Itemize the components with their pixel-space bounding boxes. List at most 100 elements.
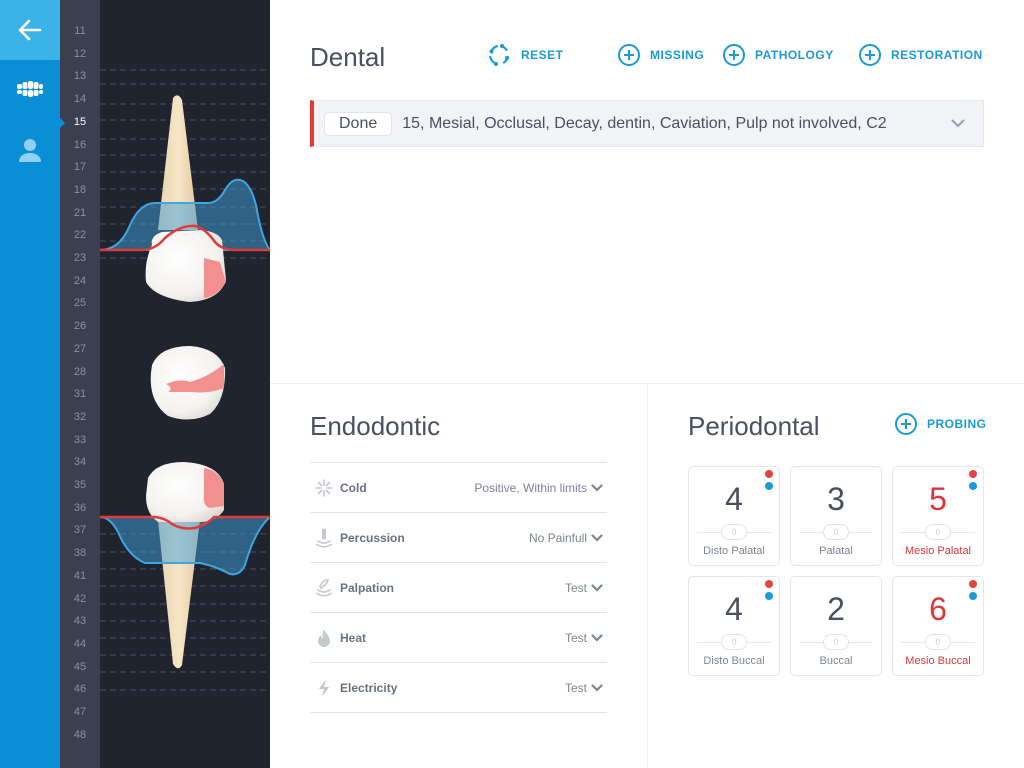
tooth-number[interactable]: 31 [60, 388, 100, 400]
tooth-number-ruler: 11 12 13 14 15 16 17 18 21 22 23 24 25 26 27 28 31 32 33 34… [60, 0, 100, 768]
test-label: Palpation [340, 580, 395, 595]
recession-input[interactable]: 0 [721, 524, 747, 540]
lower-decay-mark [204, 468, 224, 508]
tooth-number[interactable]: 35 [60, 479, 100, 491]
probing-site-buccal[interactable]: 2 0 Buccal [790, 576, 882, 676]
tooth-number[interactable]: 11 [60, 25, 100, 37]
test-value: Test [564, 630, 587, 645]
nav-item-teeth[interactable] [0, 80, 60, 98]
tooth-number[interactable]: 37 [60, 524, 100, 536]
site-name: Mesio Palatal [904, 545, 972, 557]
tooth-number[interactable]: 22 [60, 229, 100, 241]
restoration-label: RESTORATION [891, 48, 983, 62]
chevron-down-icon[interactable] [951, 119, 965, 128]
tooth-number[interactable]: 25 [60, 297, 100, 309]
endodontic-tests-list: Cold Positive, Within limits Percussion No … [310, 462, 607, 713]
reset-icon [489, 44, 509, 66]
teeth-icon [17, 81, 43, 97]
site-name: Buccal [819, 655, 853, 667]
dental-record-row[interactable]: Done 15, Mesial, Occlusal, Decay, dentin… [310, 100, 984, 147]
chevron-down-icon[interactable] [591, 583, 603, 592]
endodontic-test-row-palpation[interactable]: Palpation Test [310, 563, 607, 613]
reset-button[interactable]: RESET [487, 43, 564, 67]
tooth-number[interactable]: 41 [60, 570, 100, 582]
site-name: Disto Buccal [703, 655, 765, 667]
chevron-down-icon[interactable] [591, 483, 603, 492]
tooth-number[interactable]: 21 [60, 207, 100, 219]
recession-input[interactable]: 0 [721, 634, 747, 650]
bleeding-indicator [765, 580, 773, 588]
recession-input[interactable]: 0 [823, 634, 849, 650]
tooth-number[interactable]: 17 [60, 161, 100, 173]
tooth-number[interactable]: 26 [60, 320, 100, 332]
recession-input[interactable]: 0 [823, 524, 849, 540]
probing-depth: 4 [725, 591, 743, 627]
plus-circle-icon [895, 413, 917, 435]
tooth-number[interactable]: 36 [60, 502, 100, 514]
recession-input[interactable]: 0 [925, 524, 951, 540]
test-value: No Painfull [528, 530, 587, 545]
tooth-number[interactable]: 14 [60, 93, 100, 105]
chevron-down-icon[interactable] [591, 633, 603, 642]
test-label: Percussion [340, 530, 405, 545]
endodontic-test-row-percussion[interactable]: Percussion No Painfull [310, 513, 607, 563]
user-icon [19, 139, 41, 162]
nav-item-patient[interactable] [0, 138, 60, 162]
probing-depth: 6 [929, 591, 947, 627]
recession-input[interactable]: 0 [925, 634, 951, 650]
add-missing-button[interactable]: MISSING [618, 44, 704, 66]
tooth-number[interactable]: 38 [60, 547, 100, 559]
tooth-number[interactable]: 34 [60, 456, 100, 468]
endodontic-test-row-electricity[interactable]: Electricity Test [310, 663, 607, 713]
tooth-number[interactable]: 18 [60, 184, 100, 196]
add-restoration-button[interactable]: RESTORATION [859, 44, 983, 66]
chevron-down-icon[interactable] [591, 683, 603, 692]
back-button[interactable] [0, 0, 60, 60]
add-probing-button[interactable]: PROBING [895, 413, 987, 435]
periodontal-title: Periodontal [688, 411, 820, 441]
pathology-label: PATHOLOGY [755, 48, 834, 62]
endodontic-test-row-cold[interactable]: Cold Positive, Within limits [310, 463, 607, 513]
endodontic-test-row-heat[interactable]: Heat Test [310, 613, 607, 663]
test-value: Positive, Within limits [474, 480, 587, 495]
tooth-number[interactable]: 32 [60, 411, 100, 423]
test-label: Electricity [340, 680, 398, 695]
tooth-number[interactable]: 47 [60, 706, 100, 718]
bleeding-indicator [765, 470, 773, 478]
bleeding-indicator [969, 470, 977, 478]
probing-site-disto-buccal[interactable]: 4 0 Disto Buccal [688, 576, 780, 676]
tooth-number[interactable]: 33 [60, 434, 100, 446]
tooth-number[interactable]: 42 [60, 593, 100, 605]
lightning-icon [312, 678, 336, 698]
tooth-number[interactable]: 12 [60, 48, 100, 60]
left-nav [0, 0, 60, 768]
tooth-number[interactable]: 27 [60, 343, 100, 355]
tooth-number[interactable]: 15 [60, 116, 100, 128]
tooth-number[interactable]: 13 [60, 70, 100, 82]
probing-site-disto-palatal[interactable]: 4 0 Disto Palatal [688, 466, 780, 566]
done-button[interactable]: Done [324, 111, 393, 136]
test-value: Test [564, 680, 587, 695]
tooth-number[interactable]: 46 [60, 683, 100, 695]
palpation-icon [312, 578, 336, 598]
chevron-down-icon[interactable] [591, 533, 603, 542]
tooth-number[interactable]: 16 [60, 139, 100, 151]
tooth-number[interactable]: 44 [60, 638, 100, 650]
bleeding-indicator [969, 580, 977, 588]
tooth-number[interactable]: 23 [60, 252, 100, 264]
app: 11 12 13 14 15 16 17 18 21 22 23 24 25 26 27 28 31 32 33 34… [0, 0, 1024, 768]
site-name: Palatal [819, 545, 853, 557]
tooth-number[interactable]: 43 [60, 615, 100, 627]
probing-depth: 2 [827, 591, 845, 627]
test-label: Heat [340, 630, 367, 645]
probing-site-mesio-palatal[interactable]: 5 0 Mesio Palatal [892, 466, 984, 566]
tooth-number[interactable]: 28 [60, 366, 100, 378]
tooth-number[interactable]: 45 [60, 661, 100, 673]
probing-site-mesio-buccal[interactable]: 6 0 Mesio Buccal [892, 576, 984, 676]
tooth-number[interactable]: 48 [60, 729, 100, 741]
plus-circle-icon [859, 44, 881, 66]
add-pathology-button[interactable]: PATHOLOGY [723, 44, 834, 66]
missing-label: MISSING [650, 48, 705, 62]
tooth-number[interactable]: 24 [60, 275, 100, 287]
probing-site-palatal[interactable]: 3 0 Palatal [790, 466, 882, 566]
